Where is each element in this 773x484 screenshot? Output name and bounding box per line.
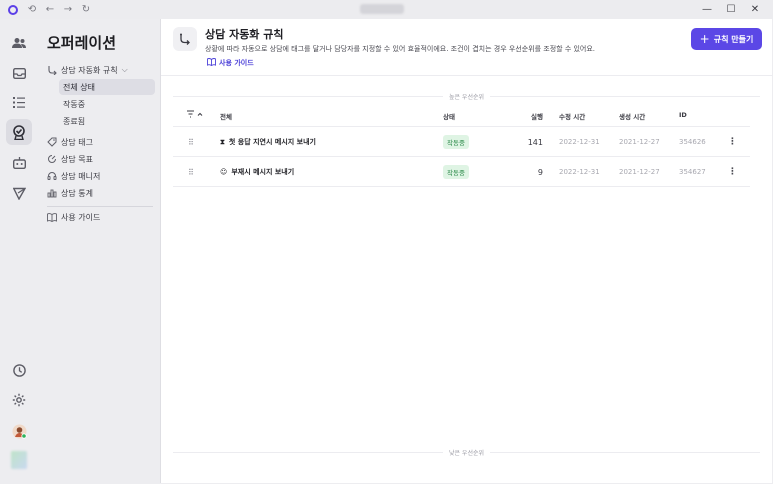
status-cell: 작동중 xyxy=(443,127,469,157)
bar-chart-icon xyxy=(47,188,57,198)
bot-icon[interactable] xyxy=(9,153,29,173)
clock-icon[interactable] xyxy=(9,360,29,380)
sidebar-item-label: 상담 태그 xyxy=(61,137,93,147)
more-options-icon[interactable]: ⋮ xyxy=(728,127,737,157)
main-panel: 상담 자동화 규칙 상황에 따라 자동으로 상담에 태그를 달거나 담당자를 지… xyxy=(160,19,773,483)
settings-icon[interactable] xyxy=(9,390,29,410)
column-header-runs[interactable]: 실행 xyxy=(531,111,543,121)
plus-icon: + xyxy=(699,32,710,46)
close-button[interactable]: ✕ xyxy=(743,0,767,19)
forward-icon[interactable]: → xyxy=(62,4,74,15)
more-options-icon[interactable]: ⋮ xyxy=(728,157,737,187)
nav-controls: ⟲ ← → ↻ xyxy=(26,4,92,15)
column-header-modified[interactable]: 수정 시간 xyxy=(559,111,585,121)
column-header-status[interactable]: 상태 xyxy=(443,111,455,121)
sidebar-item-active[interactable]: 작동중 xyxy=(59,96,85,112)
sidebar: 오퍼레이션 상담 자동화 규칙 ⌵ 전체 상태 작동중 종료됨 상담 태그 상담… xyxy=(39,19,160,484)
rule-name-cell[interactable]: ⧗ 첫 응답 지연시 메시지 보내기 xyxy=(220,127,316,157)
rule-name: 첫 응답 지연시 메시지 보내기 xyxy=(228,138,316,146)
sidebar-item-ended[interactable]: 종료됨 xyxy=(59,113,85,129)
sidebar-item-label: 상담 목표 xyxy=(61,154,93,164)
branch-icon xyxy=(47,65,57,75)
sidebar-divider xyxy=(47,206,153,207)
column-header-id[interactable]: ID xyxy=(679,111,687,119)
avatar[interactable] xyxy=(9,421,29,441)
runs-count: 141 xyxy=(527,137,543,147)
rule-id: 354627 xyxy=(679,168,706,176)
headset-icon xyxy=(47,171,57,181)
hourglass-icon: ⧗ xyxy=(220,137,225,146)
created-date: 2021-12-27 xyxy=(619,138,660,146)
back-icon[interactable]: ← xyxy=(44,4,56,15)
created-date: 2021-12-27 xyxy=(619,168,660,176)
guide-link[interactable]: 사용 가이드 xyxy=(207,58,254,68)
window-title-blurred xyxy=(360,4,404,14)
header-divider xyxy=(161,75,773,76)
runs-count: 9 xyxy=(537,167,543,177)
priority-high-divider: 높은 우선순위 xyxy=(173,91,760,101)
people-icon[interactable] xyxy=(9,33,29,53)
app-logo-icon xyxy=(8,4,18,15)
page-description: 상황에 따라 자동으로 상담에 태그를 달거나 담당자를 지정할 수 있어 효율… xyxy=(205,45,596,53)
sidebar-item-goals[interactable]: 상담 목표 xyxy=(47,151,93,167)
guide-link-label: 사용 가이드 xyxy=(219,59,254,67)
title-bar: ⟲ ← → ↻ — ☐ ✕ xyxy=(0,0,773,19)
rule-id: 354626 xyxy=(679,138,706,146)
tag-icon xyxy=(47,137,57,147)
history-icon[interactable]: ⟲ xyxy=(26,4,38,15)
status-cell: 작동중 xyxy=(443,157,469,187)
status-badge: 작동중 xyxy=(443,165,469,179)
inbox-icon[interactable] xyxy=(9,63,29,83)
rule-name-cell[interactable]: ☺ 부재시 메시지 보내기 xyxy=(220,157,294,187)
sidebar-item-all-status[interactable]: 전체 상태 xyxy=(59,79,155,95)
sidebar-item-guide[interactable]: 사용 가이드 xyxy=(47,209,100,225)
sidebar-group-automation[interactable]: 상담 자동화 규칙 ⌵ xyxy=(47,62,128,78)
sidebar-item-label: 상담 매니저 xyxy=(61,171,101,181)
table-row[interactable]: ⠿ ⧗ 첫 응답 지연시 메시지 보내기 작동중 141 2022-12-31 … xyxy=(173,127,750,157)
automation-icon[interactable] xyxy=(6,119,32,145)
sidebar-item-label: 상담 통계 xyxy=(61,188,93,198)
sidebar-item-tags[interactable]: 상담 태그 xyxy=(47,134,93,150)
sidebar-title: 오퍼레이션 xyxy=(47,34,117,52)
priority-high-label: 높은 우선순위 xyxy=(448,93,485,101)
modified-date: 2022-12-31 xyxy=(559,138,600,146)
column-header-created[interactable]: 생성 시간 xyxy=(619,111,645,121)
minimize-button[interactable]: — xyxy=(695,0,719,19)
sidebar-item-managers[interactable]: 상담 매니저 xyxy=(47,168,100,184)
goal-icon xyxy=(47,154,57,164)
rule-name: 부재시 메시지 보내기 xyxy=(231,168,295,176)
priority-low-label: 낮은 우선순위 xyxy=(448,449,485,457)
drag-handle-icon[interactable]: ⠿ xyxy=(188,127,194,157)
list-icon[interactable] xyxy=(9,92,29,112)
send-icon[interactable] xyxy=(9,183,29,203)
sidebar-group-label: 상담 자동화 규칙 xyxy=(61,65,118,75)
maximize-button[interactable]: ☐ xyxy=(719,0,743,19)
workspace-logo-blurred[interactable] xyxy=(9,450,29,470)
create-rule-button[interactable]: + 규칙 만들기 xyxy=(691,28,762,50)
sidebar-item-label: 사용 가이드 xyxy=(61,212,101,222)
reload-icon[interactable]: ↻ xyxy=(80,4,92,15)
table-row[interactable]: ⠿ ☺ 부재시 메시지 보내기 작동중 9 2022-12-31 2021-12… xyxy=(173,157,750,187)
priority-low-divider: 낮은 우선순위 xyxy=(173,447,760,457)
window-controls: — ☐ ✕ xyxy=(695,0,767,19)
column-header-all[interactable]: 전체 xyxy=(220,111,232,121)
icon-rail xyxy=(0,19,39,484)
book-icon xyxy=(207,58,216,68)
book-icon xyxy=(47,212,57,222)
smile-icon: ☺ xyxy=(220,168,228,176)
sidebar-item-stats[interactable]: 상담 통계 xyxy=(47,185,93,201)
modified-date: 2022-12-31 xyxy=(559,168,600,176)
automation-rule-icon xyxy=(173,27,197,51)
page-title: 상담 자동화 규칙 xyxy=(205,28,284,41)
status-badge: 작동중 xyxy=(443,135,469,149)
filter-sort-icon[interactable] xyxy=(187,110,203,120)
create-rule-label: 규칙 만들기 xyxy=(713,34,754,44)
drag-handle-icon[interactable]: ⠿ xyxy=(188,157,194,187)
chevron-down-icon: ⌵ xyxy=(121,65,128,74)
